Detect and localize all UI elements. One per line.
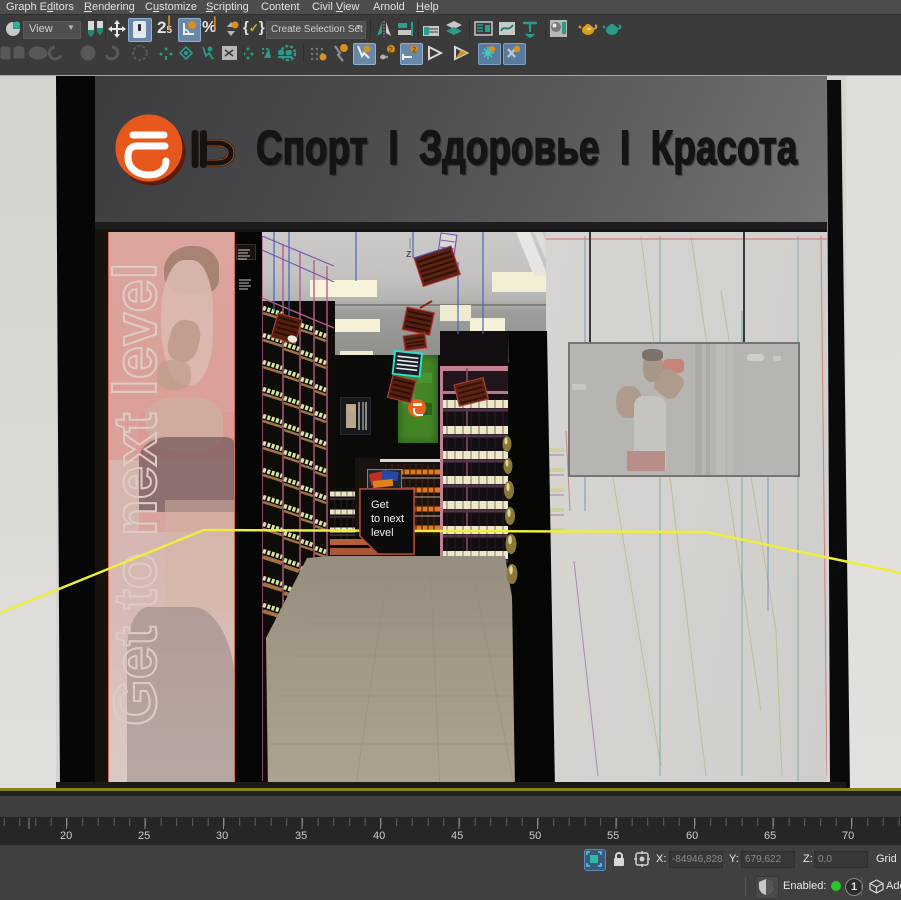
svg-text:2: 2 bbox=[412, 46, 417, 55]
svg-text:z: z bbox=[406, 248, 412, 260]
svg-text:2: 2 bbox=[388, 45, 393, 55]
svg-text:level: level bbox=[371, 527, 394, 539]
svg-text:Get: Get bbox=[371, 499, 389, 511]
svg-text:to next: to next bbox=[371, 513, 404, 525]
